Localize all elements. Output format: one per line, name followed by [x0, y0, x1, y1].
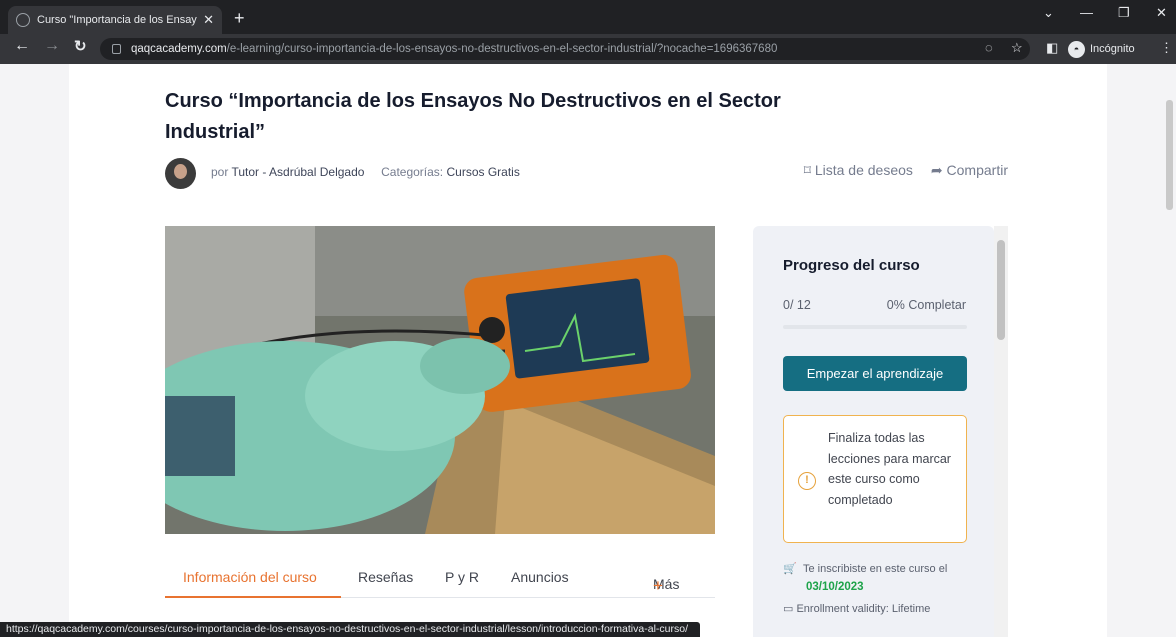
validity-text: Enrollment validity: Lifetime	[796, 603, 931, 615]
eye-off-icon[interactable]: ◌	[985, 40, 993, 55]
browser-chrome: Curso "Importancia de los Ensay ✕ + ⌄ — …	[0, 0, 1176, 64]
course-meta: por Tutor - Asdrúbal Delgado Categorías:…	[211, 165, 520, 179]
plus-icon: +	[653, 576, 663, 595]
tab-announcements[interactable]: Anuncios	[511, 569, 569, 585]
address-bar[interactable]: qaqcacademy.com /e-learning/curso-import…	[100, 38, 1030, 60]
enrolled-date: 03/10/2023	[806, 581, 864, 593]
sidebar-scrollbar[interactable]	[994, 226, 1008, 637]
enrollment-validity: ▭ Enrollment validity: Lifetime	[783, 602, 930, 615]
incognito-label: Incógnito	[1090, 43, 1135, 55]
close-tab-icon[interactable]: ✕	[203, 12, 214, 28]
sidebar-scroll-thumb[interactable]	[997, 240, 1005, 340]
page: Curso “Importancia de los Ensayos No Des…	[0, 64, 1176, 637]
browser-toolbar: ← → ↻ qaqcacademy.com /e-learning/curso-…	[0, 34, 1176, 64]
course-tabs: Información del curso Reseñas P y R Anun…	[165, 562, 715, 598]
category-link[interactable]: Cursos Gratis	[447, 165, 520, 179]
incognito-icon: ◓	[1068, 40, 1085, 58]
bookmark-icon: ⌑	[803, 162, 811, 178]
reload-icon[interactable]: ↻	[74, 37, 87, 55]
browser-tab[interactable]: Curso "Importancia de los Ensay ✕	[8, 6, 222, 34]
calendar-icon: ▭	[783, 603, 794, 615]
share-icon: ➦	[930, 162, 943, 178]
progress-bar	[783, 325, 967, 329]
start-learning-button[interactable]: Empezar el aprendizaje	[783, 356, 967, 391]
wishlist-label: Lista de deseos	[814, 162, 913, 178]
new-tab-button[interactable]: +	[234, 8, 245, 29]
progress-percent: 0% Completar	[886, 298, 966, 312]
restore-icon[interactable]: ❐	[1118, 5, 1130, 21]
share-label: Compartir	[946, 162, 1008, 178]
cart-icon: 🛒	[783, 563, 797, 575]
incognito-badge[interactable]: ◓ Incógnito	[1068, 39, 1135, 59]
completion-notice: ! Finaliza todas las lecciones para marc…	[783, 415, 967, 543]
side-panel-icon[interactable]: ◧	[1046, 40, 1058, 56]
tab-reviews[interactable]: Reseñas	[358, 569, 413, 585]
progress-title: Progreso del curso	[783, 257, 920, 274]
tab-course-info[interactable]: Información del curso	[183, 569, 317, 585]
globe-icon	[16, 13, 30, 27]
course-title: Curso “Importancia de los Ensayos No Des…	[165, 90, 781, 143]
status-bar-url: https://qaqcacademy.com/courses/curso-im…	[0, 622, 700, 637]
page-scroll-thumb[interactable]	[1166, 100, 1173, 210]
avatar[interactable]	[165, 158, 196, 189]
notice-text: Finaliza todas las lecciones para marcar…	[828, 431, 951, 507]
url-path: /e-learning/curso-importancia-de-los-ens…	[226, 43, 778, 55]
star-icon[interactable]: ☆	[1011, 40, 1023, 56]
course-progress-sidebar: Progreso del curso 0/ 12 0% Completar Em…	[753, 226, 994, 637]
course-actions: ⌑ Lista de deseos ➦ Compartir	[804, 162, 1008, 179]
tab-title: Curso "Importancia de los Ensay	[37, 14, 197, 26]
page-scrollbar[interactable]	[1163, 64, 1176, 637]
categories-label: Categorías:	[381, 165, 444, 179]
warning-icon: !	[798, 472, 816, 490]
wishlist-button[interactable]: ⌑ Lista de deseos	[804, 162, 913, 179]
tab-search-icon[interactable]: ⌄	[1043, 5, 1054, 21]
ultrasonic-flaw-detector-photo	[165, 226, 715, 534]
forward-icon[interactable]: →	[44, 37, 60, 55]
progress-count: 0/ 12	[783, 298, 811, 312]
share-button[interactable]: ➦ Compartir	[931, 162, 1008, 179]
url-host: qaqcacademy.com	[131, 43, 227, 55]
tab-qa[interactable]: P y R	[445, 569, 479, 585]
active-tab-indicator	[165, 596, 341, 598]
author-link[interactable]: Tutor - Asdrúbal Delgado	[231, 165, 364, 179]
menu-icon[interactable]: ⋮	[1160, 40, 1173, 56]
by-prefix: por	[211, 165, 229, 179]
course-thumbnail	[165, 226, 715, 534]
close-window-icon[interactable]: ✕	[1156, 5, 1167, 21]
back-icon[interactable]: ←	[14, 37, 30, 55]
minimize-icon[interactable]: —	[1080, 5, 1093, 20]
lock-icon	[112, 44, 121, 54]
enrolled-text: Te inscribiste en este curso el	[803, 563, 948, 575]
